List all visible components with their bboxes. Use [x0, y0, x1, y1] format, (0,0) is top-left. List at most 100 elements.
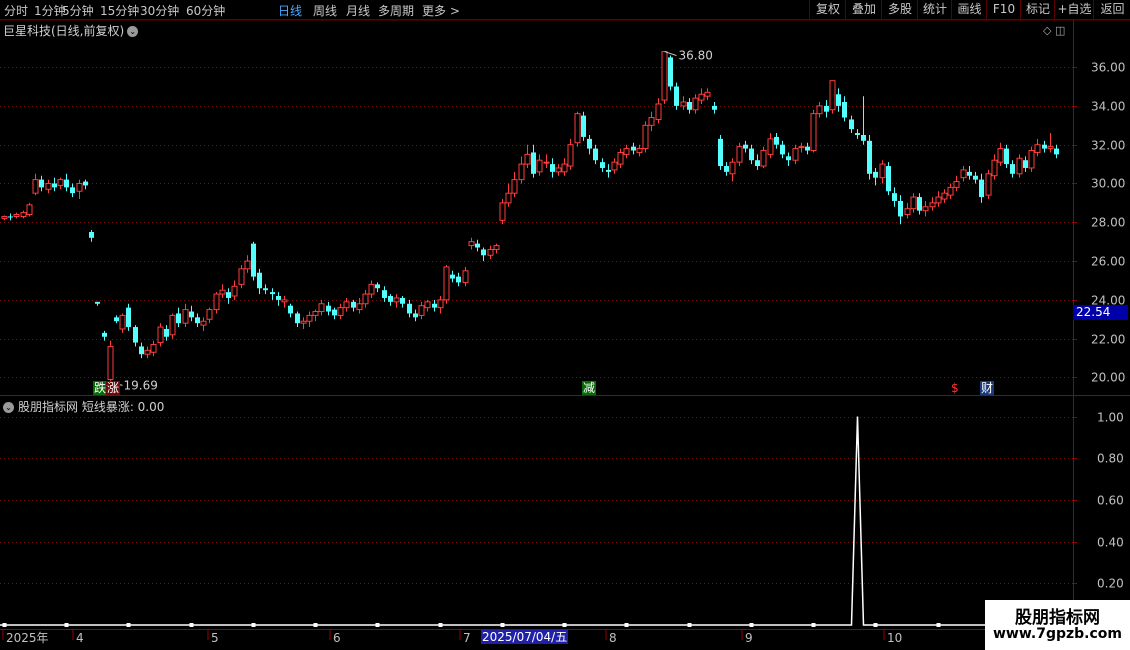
candle-body [960, 169, 967, 179]
candle-body [76, 182, 83, 192]
candle-body [456, 276, 461, 283]
candle-body [139, 346, 144, 355]
candle-body [824, 105, 829, 112]
candle-body [413, 313, 418, 318]
baseline-marker [873, 623, 878, 627]
candle-body [32, 179, 39, 194]
candle-body [157, 326, 164, 344]
candle-body [611, 161, 618, 171]
candle-body [499, 202, 506, 221]
candle-body [144, 349, 151, 355]
candle-body [953, 181, 960, 188]
candle-body [861, 134, 866, 141]
candle-body [487, 248, 494, 256]
baseline-marker [811, 623, 816, 627]
candle-body [543, 161, 550, 164]
candle-body [692, 97, 699, 111]
candle-body [593, 148, 598, 161]
candle-body [1023, 160, 1028, 168]
watermark-title: 股朋指标网 [1015, 608, 1100, 628]
candle-body [13, 214, 20, 217]
baseline-marker [126, 623, 131, 627]
candle-body [729, 161, 736, 175]
candle-body [418, 305, 425, 316]
candle-body [57, 179, 64, 186]
candle-body [886, 166, 891, 192]
event-reduce[interactable]: 减 [582, 381, 597, 395]
candle-body [468, 241, 475, 247]
y-tick-label: 32.00 [1091, 139, 1125, 153]
candle-body [606, 169, 611, 172]
candle-body [760, 150, 767, 167]
candle-body [661, 51, 668, 101]
candle-body [668, 57, 673, 87]
candle-body [1042, 144, 1047, 149]
candle-body [1034, 144, 1041, 153]
event-finance[interactable]: 财 [980, 381, 995, 395]
candle-body [70, 187, 75, 194]
candle-body [561, 163, 568, 173]
candle-body [244, 260, 251, 270]
candle-body [947, 186, 954, 196]
candle-body [973, 175, 978, 180]
candle-body [805, 146, 810, 151]
candle-body [164, 328, 169, 337]
candle-body [432, 303, 437, 308]
event-rise[interactable]: 涨 [106, 381, 121, 395]
candle-body [493, 245, 500, 250]
candle-body [332, 309, 337, 316]
candle-body [736, 146, 743, 163]
candle-body [917, 197, 922, 211]
candle-body [52, 183, 57, 188]
candle-body [910, 196, 917, 210]
candle-body [83, 181, 88, 186]
candle-body [26, 204, 33, 216]
candle-body [318, 303, 325, 313]
candle-body [749, 148, 754, 161]
candle-body [849, 119, 854, 130]
baseline-marker [189, 623, 194, 627]
y-tick-label: 30.00 [1091, 177, 1125, 191]
y-tick-label: 28.00 [1091, 216, 1125, 230]
baseline-marker [251, 623, 256, 627]
x-tick-label: 2025年 [6, 631, 49, 645]
baseline-marker [64, 623, 69, 627]
candle-body [505, 192, 512, 204]
baseline-marker [624, 623, 629, 627]
candle-body [855, 133, 860, 135]
candle-body [107, 345, 114, 380]
candle-body [979, 179, 984, 198]
baseline-marker [2, 623, 7, 627]
candle-body [388, 296, 393, 302]
candle-body [169, 314, 176, 336]
y-tick-label: 1.00 [1097, 411, 1124, 425]
y-tick-label: 20.00 [1091, 371, 1125, 385]
kline-chart[interactable]: 20.0022.0024.0026.0028.0030.0032.0034.00… [0, 0, 1130, 650]
event-dividend[interactable]: $ [950, 381, 960, 395]
y-tick-label: 0.40 [1097, 536, 1124, 550]
x-tick-label: 4 [76, 631, 84, 645]
candle-body [102, 332, 107, 337]
candle-body [393, 297, 400, 303]
candle-body [698, 93, 705, 101]
y-tick-label: 0.80 [1097, 452, 1124, 466]
event-fall[interactable]: 跌 [93, 381, 108, 395]
x-tick-label: 8 [609, 631, 617, 645]
candle-body [617, 151, 624, 165]
candle-body [518, 163, 525, 181]
candle-body [642, 124, 649, 150]
candle-body [531, 152, 536, 174]
candle-body [511, 179, 518, 194]
candle-body [443, 266, 450, 301]
candle-body [567, 144, 574, 167]
candle-body [126, 307, 131, 328]
low-price-label: 19.69 [124, 378, 158, 392]
candle-body [816, 105, 823, 115]
candle-body [810, 113, 817, 152]
candle-body [213, 293, 220, 311]
x-tick-label: 9 [745, 631, 753, 645]
candle-body [351, 301, 356, 308]
candle-body [680, 101, 687, 107]
candle-body [481, 249, 486, 256]
candle-body [929, 202, 936, 208]
